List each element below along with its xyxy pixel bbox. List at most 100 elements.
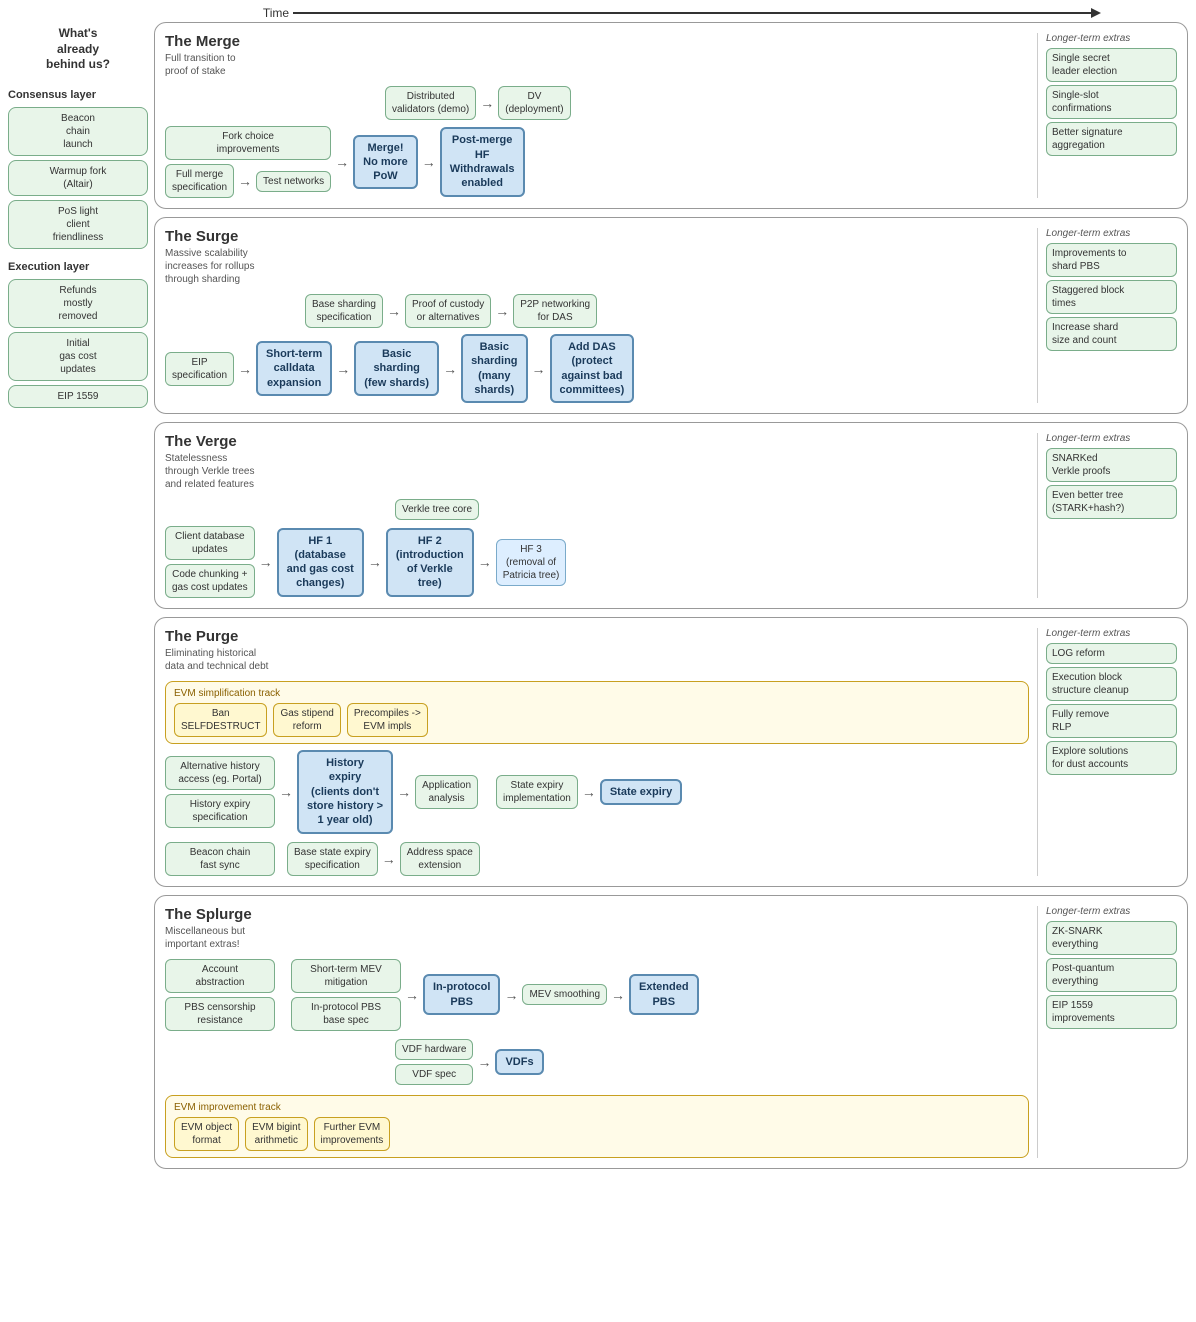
verge-main: The Verge Statelessnessthrough Verkle tr…: [165, 433, 1029, 598]
sarrow1: →: [387, 303, 401, 319]
vdf-hardware: VDF hardware: [395, 1039, 473, 1060]
evm-simplification-title: EVM simplification track: [174, 688, 1020, 699]
in-protocol-pbs-spec: In-protocol PBSbase spec: [291, 997, 401, 1031]
sidebar-title: What'salreadybehind us?: [8, 26, 148, 73]
sarrow4: →: [336, 361, 350, 377]
basic-sharding-few: Basicsharding(few shards): [354, 341, 439, 396]
surge-extras: Longer-term extras Improvements toshard …: [1037, 228, 1177, 403]
address-space-ext: Address spaceextension: [400, 842, 480, 876]
splurge-section: The Splurge Miscellaneous butimportant e…: [154, 895, 1188, 1169]
sidebar-beacon-chain: Beaconchainlaunch: [8, 107, 148, 156]
purge-section: The Purge Eliminating historicaldata and…: [154, 617, 1188, 886]
time-header: Time: [0, 0, 1196, 22]
history-expiry-box: Historyexpiry(clients don'tstore history…: [297, 750, 393, 833]
verge-subtitle: Statelessnessthrough Verkle treesand rel…: [165, 452, 325, 491]
sidebar: What'salreadybehind us? Consensus layer …: [8, 22, 148, 1169]
sarrow2: →: [495, 303, 509, 319]
main-layout: What'salreadybehind us? Consensus layer …: [0, 22, 1196, 1169]
pbs-censorship-resistance: PBS censorshipresistance: [165, 997, 275, 1031]
test-networks: Test networks: [256, 171, 331, 192]
merge-extra-1: Single secretleader election: [1046, 48, 1177, 82]
arrow4: →: [422, 154, 436, 170]
proof-of-custody: Proof of custodyor alternatives: [405, 294, 491, 328]
surge-extra-2: Staggered blocktimes: [1046, 280, 1177, 314]
post-merge-hf: Post-mergeHFWithdrawalsenabled: [440, 127, 525, 196]
purge-main: The Purge Eliminating historicaldata and…: [165, 628, 1029, 875]
evm-improvement-title: EVM improvement track: [174, 1102, 1020, 1113]
state-expiry-impl: State expiryimplementation: [496, 775, 578, 809]
splurge-extras-title: Longer-term extras: [1046, 906, 1177, 917]
slarrow3: →: [611, 987, 625, 1003]
extended-pbs: ExtendedPBS: [629, 974, 699, 1015]
verge-extras: Longer-term extras SNARKedVerkle proofs …: [1037, 433, 1177, 598]
arrow2: →: [238, 173, 252, 189]
evm-object-format: EVM objectformat: [174, 1117, 239, 1151]
client-db-updates: Client databaseupdates: [165, 526, 255, 560]
time-arrow-line: [293, 12, 1093, 14]
hf2: HF 2(introductionof Verkletree): [386, 528, 474, 597]
splurge-extras: Longer-term extras ZK-SNARKeverything Po…: [1037, 906, 1177, 1158]
merge-main: The Merge Full transition toproof of sta…: [165, 33, 1029, 198]
time-label: Time: [263, 6, 289, 20]
base-sharding-spec: Base shardingspecification: [305, 294, 383, 328]
gas-stipend-reform: Gas stipendreform: [273, 703, 340, 737]
merge-extra-2: Single-slotconfirmations: [1046, 85, 1177, 119]
surge-extras-title: Longer-term extras: [1046, 228, 1177, 239]
purge-extra-1: LOG reform: [1046, 643, 1177, 664]
merge-extras: Longer-term extras Single secretleader e…: [1037, 33, 1177, 198]
hf3: HF 3(removal ofPatricia tree): [496, 539, 567, 586]
surge-extra-1: Improvements toshard PBS: [1046, 243, 1177, 277]
sidebar-execution-label: Execution layer: [8, 261, 148, 273]
full-merge-specification: Full mergespecification: [165, 164, 234, 198]
page-container: Time What'salreadybehind us? Consensus l…: [0, 0, 1196, 1169]
hf1: HF 1(databaseand gas costchanges): [277, 528, 364, 597]
state-expiry-box: State expiry: [600, 779, 682, 805]
merge-title: The Merge: [165, 33, 1029, 50]
merge-extra-3: Better signatureaggregation: [1046, 122, 1177, 156]
splurge-extra-1: ZK-SNARKeverything: [1046, 921, 1177, 955]
parrow2: →: [397, 784, 411, 800]
splurge-title: The Splurge: [165, 906, 1029, 923]
surge-main: The Surge Massive scalabilityincreases f…: [165, 228, 1029, 403]
sarrow6: →: [532, 361, 546, 377]
arrow1: →: [480, 95, 494, 111]
merge-extras-title: Longer-term extras: [1046, 33, 1177, 44]
purge-extra-4: Explore solutionsfor dust accounts: [1046, 741, 1177, 775]
merge-box: Merge!No morePoW: [353, 135, 418, 190]
verge-title: The Verge: [165, 433, 1029, 450]
verge-section: The Verge Statelessnessthrough Verkle tr…: [154, 422, 1188, 609]
vdfs-box: VDFs: [495, 1049, 543, 1075]
account-abstraction: Accountabstraction: [165, 959, 275, 993]
splurge-main: The Splurge Miscellaneous butimportant e…: [165, 906, 1029, 1158]
app-analysis: Applicationanalysis: [415, 775, 478, 809]
evm-bigint: EVM bigintarithmetic: [245, 1117, 307, 1151]
surge-section: The Surge Massive scalabilityincreases f…: [154, 217, 1188, 414]
purge-subtitle: Eliminating historicaldata and technical…: [165, 647, 325, 673]
mev-smoothing: MEV smoothing: [522, 984, 607, 1005]
merge-subtitle: Full transition toproof of stake: [165, 52, 325, 78]
surge-subtitle: Massive scalabilityincreases for rollups…: [165, 247, 325, 286]
arrow3: →: [335, 154, 349, 170]
parrow1: →: [279, 784, 293, 800]
vdf-spec: VDF spec: [395, 1064, 473, 1085]
verge-extra-1: SNARKedVerkle proofs: [1046, 448, 1177, 482]
slarrow4: →: [477, 1054, 491, 1070]
fork-choice-improvements: Fork choiceimprovements: [165, 126, 331, 160]
history-expiry-spec: History expiryspecification: [165, 794, 275, 828]
verkle-tree-core: Verkle tree core: [395, 499, 479, 520]
sarrow3: →: [238, 361, 252, 377]
p2p-networking: P2P networkingfor DAS: [513, 294, 597, 328]
in-protocol-pbs: In-protocolPBS: [423, 974, 500, 1015]
varrow2: →: [368, 554, 382, 570]
short-term-mev: Short-term MEVmitigation: [291, 959, 401, 993]
sidebar-pos-light: PoS lightclientfriendliness: [8, 200, 148, 249]
sidebar-refunds: Refundsmostlyremoved: [8, 279, 148, 328]
purge-extra-2: Execution blockstructure cleanup: [1046, 667, 1177, 701]
parrow3: →: [582, 784, 596, 800]
slarrow1: →: [405, 987, 419, 1003]
surge-title: The Surge: [165, 228, 1029, 245]
purge-extra-3: Fully removeRLP: [1046, 704, 1177, 738]
splurge-extra-3: EIP 1559improvements: [1046, 995, 1177, 1029]
verge-extras-title: Longer-term extras: [1046, 433, 1177, 444]
varrow1: →: [259, 554, 273, 570]
